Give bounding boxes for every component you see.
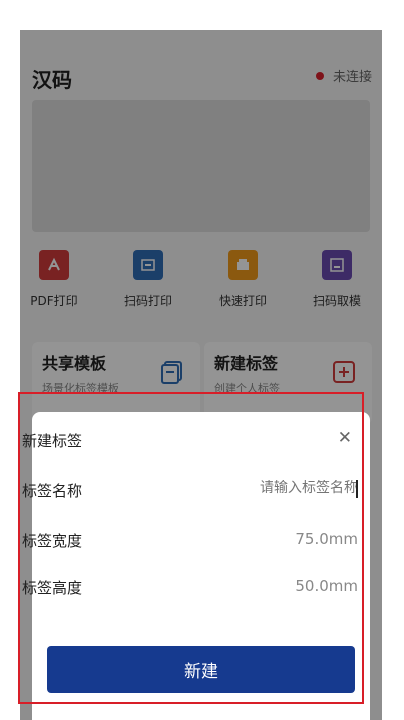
label-height-value[interactable]: 50.0mm [295, 577, 358, 595]
create-button[interactable]: 新建 [47, 646, 355, 693]
label-width-value[interactable]: 75.0mm [295, 530, 358, 548]
label-name-input[interactable] [218, 480, 358, 496]
label-name-label: 标签名称 [22, 482, 83, 500]
sheet-title: 新建标签 [22, 432, 83, 450]
label-height-label: 标签高度 [22, 579, 83, 597]
close-icon[interactable]: ✕ [338, 430, 352, 447]
label-width-label: 标签宽度 [22, 532, 83, 550]
text-cursor [356, 480, 358, 498]
